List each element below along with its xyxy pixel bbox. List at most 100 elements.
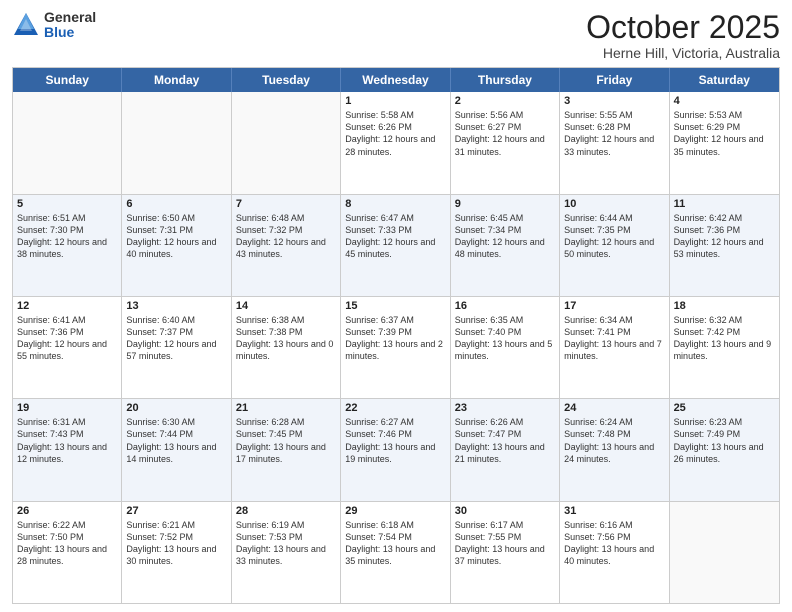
cell-info: Sunrise: 6:19 AM Sunset: 7:53 PM Dayligh… [236, 519, 336, 568]
cell-info: Sunrise: 6:34 AM Sunset: 7:41 PM Dayligh… [564, 314, 664, 363]
calendar-cell: 17Sunrise: 6:34 AM Sunset: 7:41 PM Dayli… [560, 297, 669, 398]
cell-info: Sunrise: 6:51 AM Sunset: 7:30 PM Dayligh… [17, 212, 117, 261]
calendar-body: 1 Sunrise: 5:58 AM Sunset: 6:26 PM Daylig… [13, 92, 779, 603]
header-monday: Monday [122, 68, 231, 92]
header-wednesday: Wednesday [341, 68, 450, 92]
cell-info: Sunrise: 6:30 AM Sunset: 7:44 PM Dayligh… [126, 416, 226, 465]
calendar-cell: 31Sunrise: 6:16 AM Sunset: 7:56 PM Dayli… [560, 502, 669, 603]
header-sunday: Sunday [13, 68, 122, 92]
calendar-cell: 4 Sunrise: 5:53 AM Sunset: 6:29 PM Daylig… [670, 92, 779, 193]
day-number: 16 [455, 300, 555, 312]
cell-info: Sunrise: 5:53 AM Sunset: 6:29 PM Dayligh… [674, 109, 775, 158]
title-block: October 2025 Herne Hill, Victoria, Austr… [586, 10, 780, 61]
cell-info: Sunrise: 6:16 AM Sunset: 7:56 PM Dayligh… [564, 519, 664, 568]
cell-info: Sunrise: 6:32 AM Sunset: 7:42 PM Dayligh… [674, 314, 775, 363]
cell-info: Sunrise: 6:18 AM Sunset: 7:54 PM Dayligh… [345, 519, 445, 568]
calendar-cell: 5 Sunrise: 6:51 AM Sunset: 7:30 PM Daylig… [13, 195, 122, 296]
calendar-cell [670, 502, 779, 603]
calendar-cell: 28Sunrise: 6:19 AM Sunset: 7:53 PM Dayli… [232, 502, 341, 603]
cell-info: Sunrise: 6:44 AM Sunset: 7:35 PM Dayligh… [564, 212, 664, 261]
calendar-cell: 30 Sunrise: 6:17 AM Sunset: 7:55 PM Dayli… [451, 502, 560, 603]
calendar-cell: 8 Sunrise: 6:47 AM Sunset: 7:33 PM Daylig… [341, 195, 450, 296]
logo: General Blue [12, 10, 96, 41]
day-number: 21 [236, 402, 336, 414]
calendar-row-2: 5 Sunrise: 6:51 AM Sunset: 7:30 PM Daylig… [13, 194, 779, 296]
calendar-cell: 29 Sunrise: 6:18 AM Sunset: 7:54 PM Dayli… [341, 502, 450, 603]
calendar-cell: 25 Sunrise: 6:23 AM Sunset: 7:49 PM Dayli… [670, 399, 779, 500]
calendar-cell [13, 92, 122, 193]
cell-info: Sunrise: 6:21 AM Sunset: 7:52 PM Dayligh… [126, 519, 226, 568]
day-number: 19 [17, 402, 117, 414]
calendar-cell: 12Sunrise: 6:41 AM Sunset: 7:36 PM Dayli… [13, 297, 122, 398]
location-title: Herne Hill, Victoria, Australia [586, 45, 780, 61]
cell-info: Sunrise: 6:27 AM Sunset: 7:46 PM Dayligh… [345, 416, 445, 465]
cell-info: Sunrise: 6:17 AM Sunset: 7:55 PM Dayligh… [455, 519, 555, 568]
day-number: 29 [345, 505, 445, 517]
day-number: 30 [455, 505, 555, 517]
day-number: 1 [345, 95, 445, 107]
day-number: 15 [345, 300, 445, 312]
day-number: 9 [455, 198, 555, 210]
calendar-row-4: 19 Sunrise: 6:31 AM Sunset: 7:43 PM Dayli… [13, 398, 779, 500]
cell-info: Sunrise: 6:47 AM Sunset: 7:33 PM Dayligh… [345, 212, 445, 261]
logo-text: General Blue [44, 10, 96, 41]
header-thursday: Thursday [451, 68, 560, 92]
day-number: 6 [126, 198, 226, 210]
month-title: October 2025 [586, 10, 780, 45]
cell-info: Sunrise: 6:35 AM Sunset: 7:40 PM Dayligh… [455, 314, 555, 363]
day-number: 4 [674, 95, 775, 107]
calendar-cell [122, 92, 231, 193]
cell-info: Sunrise: 6:23 AM Sunset: 7:49 PM Dayligh… [674, 416, 775, 465]
cell-info: Sunrise: 5:56 AM Sunset: 6:27 PM Dayligh… [455, 109, 555, 158]
calendar-cell: 27Sunrise: 6:21 AM Sunset: 7:52 PM Dayli… [122, 502, 231, 603]
day-number: 3 [564, 95, 664, 107]
calendar-cell: 20Sunrise: 6:30 AM Sunset: 7:44 PM Dayli… [122, 399, 231, 500]
day-number: 13 [126, 300, 226, 312]
calendar-cell: 13Sunrise: 6:40 AM Sunset: 7:37 PM Dayli… [122, 297, 231, 398]
calendar-cell: 14Sunrise: 6:38 AM Sunset: 7:38 PM Dayli… [232, 297, 341, 398]
calendar-row-3: 12Sunrise: 6:41 AM Sunset: 7:36 PM Dayli… [13, 296, 779, 398]
cell-info: Sunrise: 6:31 AM Sunset: 7:43 PM Dayligh… [17, 416, 117, 465]
calendar-cell: 10 Sunrise: 6:44 AM Sunset: 7:35 PM Dayli… [560, 195, 669, 296]
calendar-cell: 18 Sunrise: 6:32 AM Sunset: 7:42 PM Dayli… [670, 297, 779, 398]
cell-info: Sunrise: 6:42 AM Sunset: 7:36 PM Dayligh… [674, 212, 775, 261]
day-number: 23 [455, 402, 555, 414]
calendar-cell [232, 92, 341, 193]
calendar-cell: 2 Sunrise: 5:56 AM Sunset: 6:27 PM Daylig… [451, 92, 560, 193]
day-number: 2 [455, 95, 555, 107]
cell-info: Sunrise: 6:26 AM Sunset: 7:47 PM Dayligh… [455, 416, 555, 465]
calendar-cell: 21Sunrise: 6:28 AM Sunset: 7:45 PM Dayli… [232, 399, 341, 500]
calendar-cell: 23 Sunrise: 6:26 AM Sunset: 7:47 PM Dayli… [451, 399, 560, 500]
cell-info: Sunrise: 6:45 AM Sunset: 7:34 PM Dayligh… [455, 212, 555, 261]
calendar-cell: 19 Sunrise: 6:31 AM Sunset: 7:43 PM Dayli… [13, 399, 122, 500]
day-number: 11 [674, 198, 775, 210]
calendar-cell: 22 Sunrise: 6:27 AM Sunset: 7:46 PM Dayli… [341, 399, 450, 500]
header-saturday: Saturday [670, 68, 779, 92]
cell-info: Sunrise: 6:48 AM Sunset: 7:32 PM Dayligh… [236, 212, 336, 261]
calendar-cell: 11 Sunrise: 6:42 AM Sunset: 7:36 PM Dayli… [670, 195, 779, 296]
calendar-cell: 6 Sunrise: 6:50 AM Sunset: 7:31 PM Daylig… [122, 195, 231, 296]
calendar-cell: 3Sunrise: 5:55 AM Sunset: 6:28 PM Daylig… [560, 92, 669, 193]
calendar-cell: 1 Sunrise: 5:58 AM Sunset: 6:26 PM Daylig… [341, 92, 450, 193]
day-number: 25 [674, 402, 775, 414]
calendar-cell: 16 Sunrise: 6:35 AM Sunset: 7:40 PM Dayli… [451, 297, 560, 398]
day-number: 5 [17, 198, 117, 210]
calendar-cell: 7Sunrise: 6:48 AM Sunset: 7:32 PM Daylig… [232, 195, 341, 296]
day-number: 10 [564, 198, 664, 210]
cell-info: Sunrise: 6:38 AM Sunset: 7:38 PM Dayligh… [236, 314, 336, 363]
cell-info: Sunrise: 6:24 AM Sunset: 7:48 PM Dayligh… [564, 416, 664, 465]
logo-blue: Blue [44, 25, 96, 40]
day-number: 22 [345, 402, 445, 414]
calendar: Sunday Monday Tuesday Wednesday Thursday… [12, 67, 780, 604]
page-container: General Blue October 2025 Herne Hill, Vi… [0, 0, 792, 612]
logo-icon [12, 11, 40, 39]
calendar-cell: 9 Sunrise: 6:45 AM Sunset: 7:34 PM Daylig… [451, 195, 560, 296]
day-number: 18 [674, 300, 775, 312]
calendar-cell: 15Sunrise: 6:37 AM Sunset: 7:39 PM Dayli… [341, 297, 450, 398]
cell-info: Sunrise: 6:50 AM Sunset: 7:31 PM Dayligh… [126, 212, 226, 261]
day-number: 8 [345, 198, 445, 210]
day-number: 24 [564, 402, 664, 414]
header-tuesday: Tuesday [232, 68, 341, 92]
calendar-cell: 24 Sunrise: 6:24 AM Sunset: 7:48 PM Dayli… [560, 399, 669, 500]
cell-info: Sunrise: 5:58 AM Sunset: 6:26 PM Dayligh… [345, 109, 445, 158]
